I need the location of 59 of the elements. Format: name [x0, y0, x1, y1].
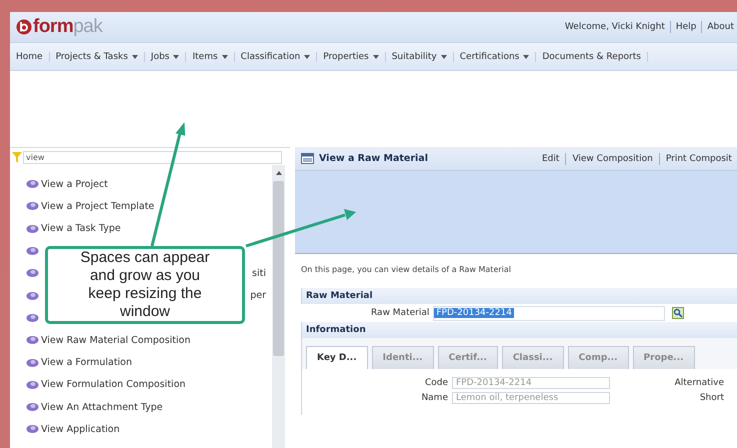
header-link[interactable]: Help [676, 22, 696, 32]
eye-icon [26, 358, 39, 368]
scroll-up-icon[interactable] [276, 171, 282, 175]
lookup-icon[interactable] [672, 307, 684, 319]
eye-icon [26, 335, 39, 346]
logo-icon [16, 19, 32, 35]
filter-field[interactable]: view [23, 151, 282, 164]
eye-icon [26, 224, 39, 234]
menu-item[interactable]: Suitability [386, 52, 454, 62]
list-item[interactable]: View a Task Type [41, 223, 121, 234]
eye-icon [26, 312, 39, 323]
scrollbar[interactable] [272, 165, 285, 448]
menu-item[interactable]: Items [186, 52, 235, 62]
list-item[interactable]: View Raw Material Composition [41, 334, 191, 346]
menu-item[interactable]: Home [10, 52, 50, 62]
read-only-field: FPD-20134-2214 [452, 376, 610, 388]
eye-icon [26, 179, 39, 190]
scroll-thumb[interactable] [273, 181, 284, 356]
menu-item[interactable]: Documents & Reports [536, 52, 648, 62]
field-label: Short [698, 392, 724, 402]
eye-icon [26, 246, 39, 256]
field-label: Code [424, 378, 448, 388]
eye-icon [26, 424, 39, 434]
menu-item[interactable]: Classification [234, 52, 318, 62]
list-item[interactable]: View a Project Template [41, 200, 154, 212]
eye-icon [26, 380, 39, 390]
welcome-text: Welcome, Vicki Knight [564, 22, 665, 32]
eye-icon [26, 201, 39, 212]
logo-text: formpak [33, 16, 102, 38]
menu-item[interactable]: Properties [317, 52, 386, 62]
menu-item[interactable]: Projects & Tasks [50, 52, 145, 62]
section-heading: Information [301, 322, 737, 338]
intro-text: On this page, you can view details of a Raw Material [301, 265, 512, 274]
list-item[interactable]: View a Project [41, 178, 108, 190]
header-link[interactable]: About [707, 22, 734, 32]
eye-icon [26, 268, 39, 278]
callout-box: Spaces can appear and grow as you keep resizing the window [45, 246, 245, 324]
action-link[interactable]: Edit [542, 154, 560, 164]
section-heading: Raw Material [301, 288, 737, 304]
action-link[interactable]: View Composition [572, 154, 653, 164]
menu-item[interactable]: Certifications [454, 52, 536, 62]
field-label: Raw Material [371, 308, 430, 318]
page-title: View a Raw Material [319, 153, 429, 164]
field-label: Alternative [674, 378, 724, 388]
field-label: Name [420, 392, 448, 402]
menu-item[interactable]: Jobs [144, 52, 186, 62]
action-link[interactable]: Print Composit [666, 154, 732, 164]
list-item[interactable]: View Application [41, 424, 120, 435]
list-item-fragment: siti [252, 268, 266, 279]
raw-material-field[interactable]: FPD-20134-2214 [433, 306, 666, 320]
list-item[interactable]: View An Attachment Type [41, 402, 163, 413]
window-icon [301, 153, 314, 164]
tab[interactable]: Key D... [306, 346, 368, 369]
list-item[interactable]: View Formulation Composition [41, 379, 186, 390]
eye-icon [26, 402, 39, 412]
eye-icon [26, 290, 39, 301]
list-item-fragment: per [250, 290, 266, 302]
list-item[interactable]: View a Formulation [41, 357, 132, 368]
read-only-field: Lemon oil, terpeneless [452, 392, 610, 404]
